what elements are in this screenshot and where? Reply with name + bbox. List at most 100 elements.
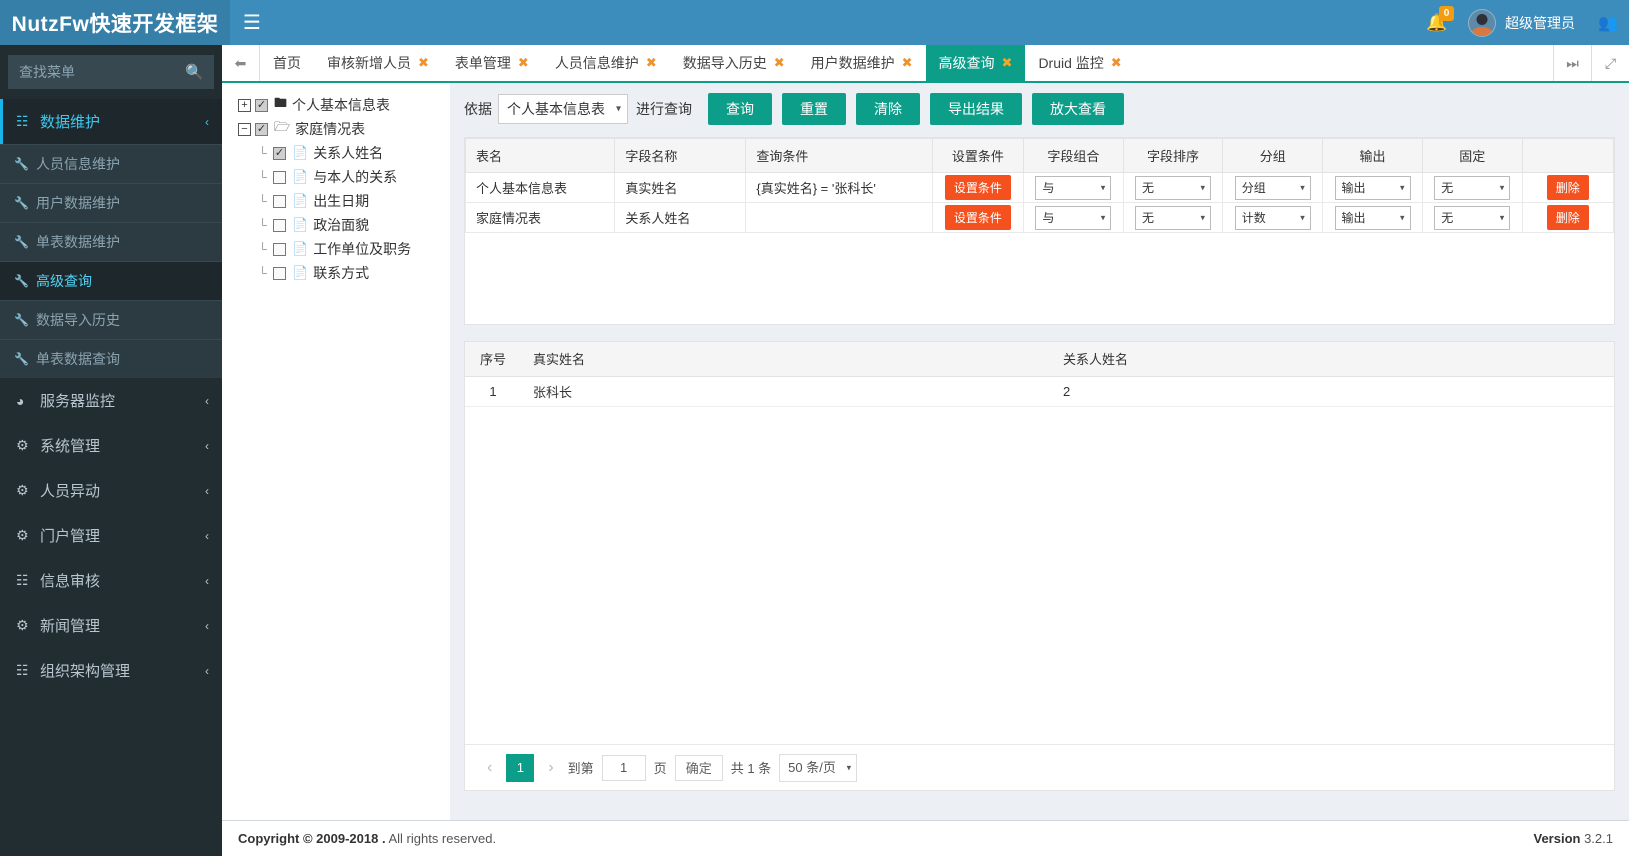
- combine-select[interactable]: 与: [1035, 175, 1112, 200]
- close-icon[interactable]: ✖: [774, 55, 785, 71]
- group-select-wrap[interactable]: 分组: [1234, 175, 1311, 200]
- online-users-icon[interactable]: 👥: [1587, 0, 1629, 45]
- goto-confirm-button[interactable]: 确定: [674, 754, 723, 781]
- tree-node-row[interactable]: + ✓ 🖿 个人基本信息表: [238, 93, 450, 117]
- tree-node-row[interactable]: └ 📄 工作单位及职务: [256, 237, 450, 261]
- set-condition-button[interactable]: 设置条件: [944, 205, 1011, 230]
- close-icon[interactable]: ✖: [518, 55, 529, 71]
- tab-druid-monitor[interactable]: Druid 监控 ✖: [1025, 45, 1134, 81]
- base-table-select-wrap[interactable]: 个人基本信息表: [498, 94, 628, 124]
- tab-import-history[interactable]: 数据导入历史 ✖: [670, 45, 798, 81]
- tab-form-management[interactable]: 表单管理 ✖: [442, 45, 542, 81]
- sidebar-item-personnel-changes[interactable]: ⚙ 人员异动 ‹: [0, 468, 222, 513]
- sidebar-item-personnel-info[interactable]: 🔧 人员信息维护: [0, 144, 222, 183]
- sort-select-wrap[interactable]: 无: [1135, 205, 1212, 230]
- tab-personnel-info[interactable]: 人员信息维护 ✖: [542, 45, 670, 81]
- goto-page-input[interactable]: [601, 754, 646, 781]
- next-page-icon[interactable]: ›: [542, 759, 559, 777]
- base-table-select[interactable]: 个人基本信息表: [498, 94, 628, 124]
- tree-checkbox[interactable]: [273, 194, 286, 208]
- tree-node-row[interactable]: └ 📄 联系方式: [256, 261, 450, 285]
- clear-button[interactable]: 清除: [856, 93, 920, 125]
- tree-node-row[interactable]: └ ✓ 📄 关系人姓名: [256, 141, 450, 165]
- page-size-select-wrap[interactable]: 50 条/页: [779, 753, 858, 782]
- close-icon[interactable]: ✖: [1002, 55, 1013, 71]
- tree-checkbox[interactable]: ✓: [273, 146, 286, 160]
- close-icon[interactable]: ✖: [646, 55, 657, 71]
- sidebar-item-info-audit[interactable]: ☷ 信息审核 ‹: [0, 558, 222, 603]
- cell-field-combine: 与: [1022, 172, 1124, 203]
- prev-page-icon[interactable]: ‹: [481, 759, 498, 777]
- search-icon[interactable]: 🔍: [185, 63, 204, 81]
- combine-select-wrap[interactable]: 与: [1035, 175, 1112, 200]
- tree-checkbox[interactable]: [273, 218, 286, 232]
- sidebar-item-org-structure[interactable]: ☷ 组织架构管理 ‹: [0, 648, 222, 693]
- sidebar-item-advanced-query[interactable]: 🔧 高级查询: [0, 261, 222, 300]
- tab-user-data-maintenance[interactable]: 用户数据维护 ✖: [798, 45, 926, 81]
- tab-scroll-left-icon[interactable]: ⬅: [222, 45, 260, 81]
- enlarge-button[interactable]: 放大查看: [1032, 93, 1124, 125]
- delete-row-button[interactable]: 删除: [1546, 205, 1589, 230]
- search-input[interactable]: [9, 56, 213, 88]
- sort-select[interactable]: 无: [1135, 205, 1212, 230]
- tree-checkbox[interactable]: [273, 170, 286, 184]
- sidebar-toggle-icon[interactable]: ☰: [230, 0, 274, 45]
- search-box[interactable]: 🔍: [8, 55, 214, 89]
- close-icon[interactable]: ✖: [902, 55, 913, 71]
- tree-checkbox[interactable]: ✓: [255, 122, 268, 136]
- group-select[interactable]: 计数: [1234, 205, 1311, 230]
- tab-scroll-right-icon[interactable]: ⏭: [1553, 45, 1591, 81]
- tree-node-row[interactable]: └ 📄 政治面貌: [256, 213, 450, 237]
- page-number-1[interactable]: 1: [506, 753, 535, 782]
- sidebar-item-system-management[interactable]: ⚙ 系统管理 ‹: [0, 423, 222, 468]
- sort-select[interactable]: 无: [1135, 175, 1212, 200]
- fixed-select-wrap[interactable]: 无: [1434, 175, 1511, 200]
- close-icon[interactable]: ✖: [1111, 55, 1122, 71]
- fixed-select-wrap[interactable]: 无: [1434, 205, 1511, 230]
- tree-collapse-icon[interactable]: −: [238, 122, 251, 136]
- delete-row-button[interactable]: 删除: [1546, 175, 1589, 200]
- tree-checkbox[interactable]: [273, 266, 286, 280]
- combine-select[interactable]: 与: [1035, 205, 1112, 230]
- sidebar-item-portal-management[interactable]: ⚙ 门户管理 ‹: [0, 513, 222, 558]
- reset-button[interactable]: 重置: [782, 93, 846, 125]
- tree-node-row[interactable]: └ 📄 出生日期: [256, 189, 450, 213]
- tree-checkbox[interactable]: [273, 242, 286, 256]
- sidebar-item-news-management[interactable]: ⚙ 新闻管理 ‹: [0, 603, 222, 648]
- close-icon[interactable]: ✖: [418, 55, 429, 71]
- sidebar-item-user-data[interactable]: 🔧 用户数据维护: [0, 183, 222, 222]
- set-condition-button[interactable]: 设置条件: [944, 175, 1011, 200]
- query-button[interactable]: 查询: [708, 93, 772, 125]
- group-select[interactable]: 分组: [1234, 175, 1311, 200]
- sitemap-icon: ☷: [16, 662, 29, 678]
- tab-advanced-query[interactable]: 高级查询 ✖: [925, 45, 1026, 81]
- sidebar-item-single-table-maintenance[interactable]: 🔧 单表数据维护: [0, 222, 222, 261]
- combine-select-wrap[interactable]: 与: [1035, 205, 1112, 230]
- export-button[interactable]: 导出结果: [930, 93, 1022, 125]
- tree-node-row[interactable]: └ 📄 与本人的关系: [256, 165, 450, 189]
- page-size-select[interactable]: 50 条/页: [779, 753, 858, 782]
- output-select[interactable]: 输出: [1334, 175, 1411, 200]
- tab-home[interactable]: 首页: [260, 45, 314, 81]
- sidebar-item-server-monitor[interactable]: ◕ 服务器监控 ‹: [0, 378, 222, 423]
- sidebar-item-single-table-query[interactable]: 🔧 单表数据查询: [0, 339, 222, 378]
- tree-node-row[interactable]: − ✓ 🗁 家庭情况表: [238, 117, 450, 141]
- sidebar-item-import-history[interactable]: 🔧 数据导入历史: [0, 300, 222, 339]
- fixed-select[interactable]: 无: [1434, 205, 1511, 230]
- cell-field-sort: 无: [1122, 202, 1224, 233]
- table-row[interactable]: 1 张科长 2: [465, 376, 1614, 407]
- fixed-select[interactable]: 无: [1434, 175, 1511, 200]
- notifications-button[interactable]: 🔔 0: [1414, 0, 1460, 45]
- tree-checkbox[interactable]: ✓: [255, 98, 268, 112]
- sort-select-wrap[interactable]: 无: [1135, 175, 1212, 200]
- user-menu[interactable]: 超级管理员: [1460, 0, 1587, 45]
- group-select-wrap[interactable]: 计数: [1234, 205, 1311, 230]
- sidebar-item-data-maintenance[interactable]: ☷ 数据维护 ‹: [0, 99, 222, 144]
- avatar: [1468, 8, 1496, 37]
- tree-expand-icon[interactable]: +: [238, 98, 251, 112]
- output-select[interactable]: 输出: [1334, 205, 1411, 230]
- output-select-wrap[interactable]: 输出: [1334, 205, 1411, 230]
- tab-audit-new-personnel[interactable]: 审核新增人员 ✖: [314, 45, 442, 81]
- fullscreen-icon[interactable]: ⤢: [1591, 45, 1629, 81]
- output-select-wrap[interactable]: 输出: [1334, 175, 1411, 200]
